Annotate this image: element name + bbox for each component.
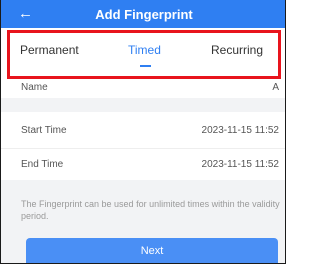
start-time-row[interactable]: Start Time 2023-11-15 11:52 xyxy=(1,112,285,148)
validity-note: The Fingerprint can be used for unlimite… xyxy=(21,199,280,221)
page-title: Add Fingerprint xyxy=(95,7,193,22)
highlight-box xyxy=(7,30,281,79)
name-label: Name xyxy=(21,82,48,93)
end-time-value: 2023-11-15 11:52 xyxy=(201,159,279,170)
name-value: A xyxy=(272,82,279,93)
app-header: ← Add Fingerprint xyxy=(1,0,285,28)
next-button[interactable]: Next xyxy=(26,238,278,263)
end-time-row[interactable]: End Time 2023-11-15 11:52 xyxy=(1,149,285,180)
name-row[interactable]: Name A xyxy=(1,78,285,98)
start-time-label: Start Time xyxy=(21,125,67,136)
end-time-label: End Time xyxy=(21,159,64,170)
start-time-value: 2023-11-15 11:52 xyxy=(201,125,279,136)
